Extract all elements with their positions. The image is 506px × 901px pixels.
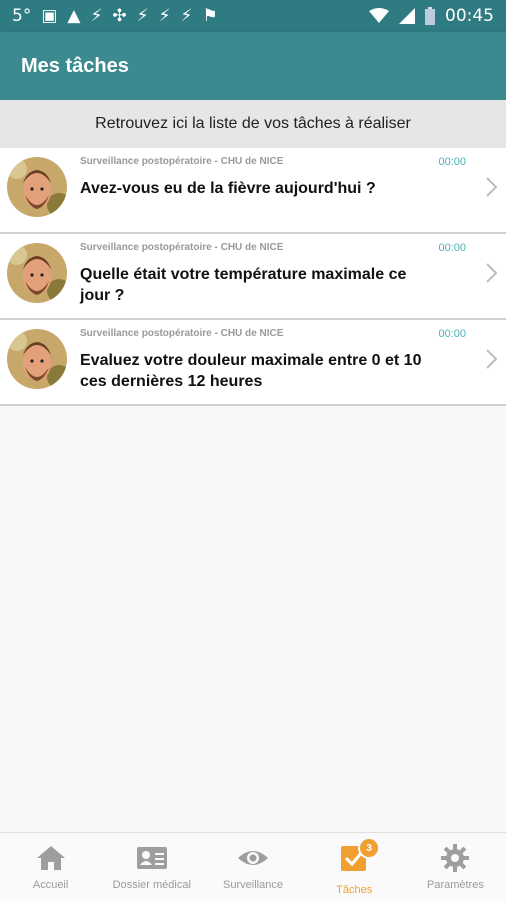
image-icon: ▣ (41, 5, 58, 26)
temperature-text: 5° (12, 6, 32, 26)
eye-icon (238, 851, 268, 865)
nav-item-surveillance[interactable]: Surveillance (202, 833, 303, 901)
chevron-right-icon (486, 263, 498, 283)
nav-item-dossier-medical[interactable]: Dossier médical (101, 833, 202, 901)
task-time: 00:00 (438, 242, 466, 254)
home-icon (36, 846, 65, 870)
gear-icon (441, 844, 470, 872)
task-question: Quelle était votre température maximale … (80, 266, 407, 304)
avatar (7, 157, 67, 217)
avatar (7, 329, 67, 389)
chevron-right-icon (486, 349, 498, 369)
task-source: Surveillance postopératoire - CHU de NIC… (80, 328, 284, 339)
sync-icon: ✣ (112, 5, 127, 26)
task-source: Surveillance postopératoire - CHU de NIC… (80, 242, 284, 253)
page-title: Mes tâches (21, 54, 129, 77)
task-count-badge: 3 (358, 837, 381, 859)
avatar (7, 243, 67, 303)
battery-icon (425, 7, 435, 25)
status-left: 5° ▣ ▲ ⚡ ✣ ⚡ ⚡ ⚡ ⚑ (12, 6, 218, 26)
task-list-subheader: Retrouvez ici la liste de vos tâches à r… (0, 100, 506, 148)
nav-label: Surveillance (223, 879, 283, 891)
blocked-sync-icon: ⚡ (180, 5, 193, 26)
task-source: Surveillance postopératoire - CHU de NIC… (80, 156, 284, 167)
status-bar: 5° ▣ ▲ ⚡ ✣ ⚡ ⚡ ⚡ ⚑ 00:45 (0, 0, 506, 32)
task-item[interactable]: Surveillance postopératoire - CHU de NIC… (0, 320, 506, 406)
id-card-icon (136, 847, 167, 869)
signal-icon (399, 8, 415, 24)
warning-icon: ▲ (67, 5, 81, 26)
nav-item-parametres[interactable]: Paramètres (405, 833, 506, 901)
task-item[interactable]: Surveillance postopératoire - CHU de NIC… (0, 148, 506, 234)
blocked-sync-icon: ⚡ (158, 5, 171, 26)
nav-label: Paramètres (426, 879, 484, 891)
flag-icon: ⚑ (202, 5, 218, 26)
status-right: 00:45 (369, 6, 494, 26)
task-list: Surveillance postopératoire - CHU de NIC… (0, 148, 506, 406)
app-bar: Mes tâches (0, 32, 506, 100)
bottom-nav: Accueil Dossier médical Surveillance 3 T… (0, 832, 506, 901)
wifi-icon (369, 8, 389, 23)
nav-item-taches[interactable]: 3 Tâches (304, 833, 405, 901)
task-question: Avez-vous eu de la fièvre aujourd'hui ? (80, 180, 376, 197)
clock-text: 00:45 (445, 6, 494, 26)
task-item[interactable]: Surveillance postopératoire - CHU de NIC… (0, 234, 506, 320)
chevron-right-icon (486, 177, 498, 197)
blocked-sync-icon: ⚡ (136, 5, 149, 26)
task-question: Evaluez votre douleur maximale entre 0 e… (80, 352, 422, 390)
nav-label: Accueil (32, 879, 69, 891)
nav-label: Tâches (336, 884, 373, 896)
task-time: 00:00 (438, 328, 466, 340)
nav-label: Dossier médical (112, 879, 191, 891)
nav-item-accueil[interactable]: Accueil (0, 833, 101, 901)
task-time: 00:00 (438, 156, 466, 168)
blocked-sync-icon: ⚡ (90, 5, 103, 26)
